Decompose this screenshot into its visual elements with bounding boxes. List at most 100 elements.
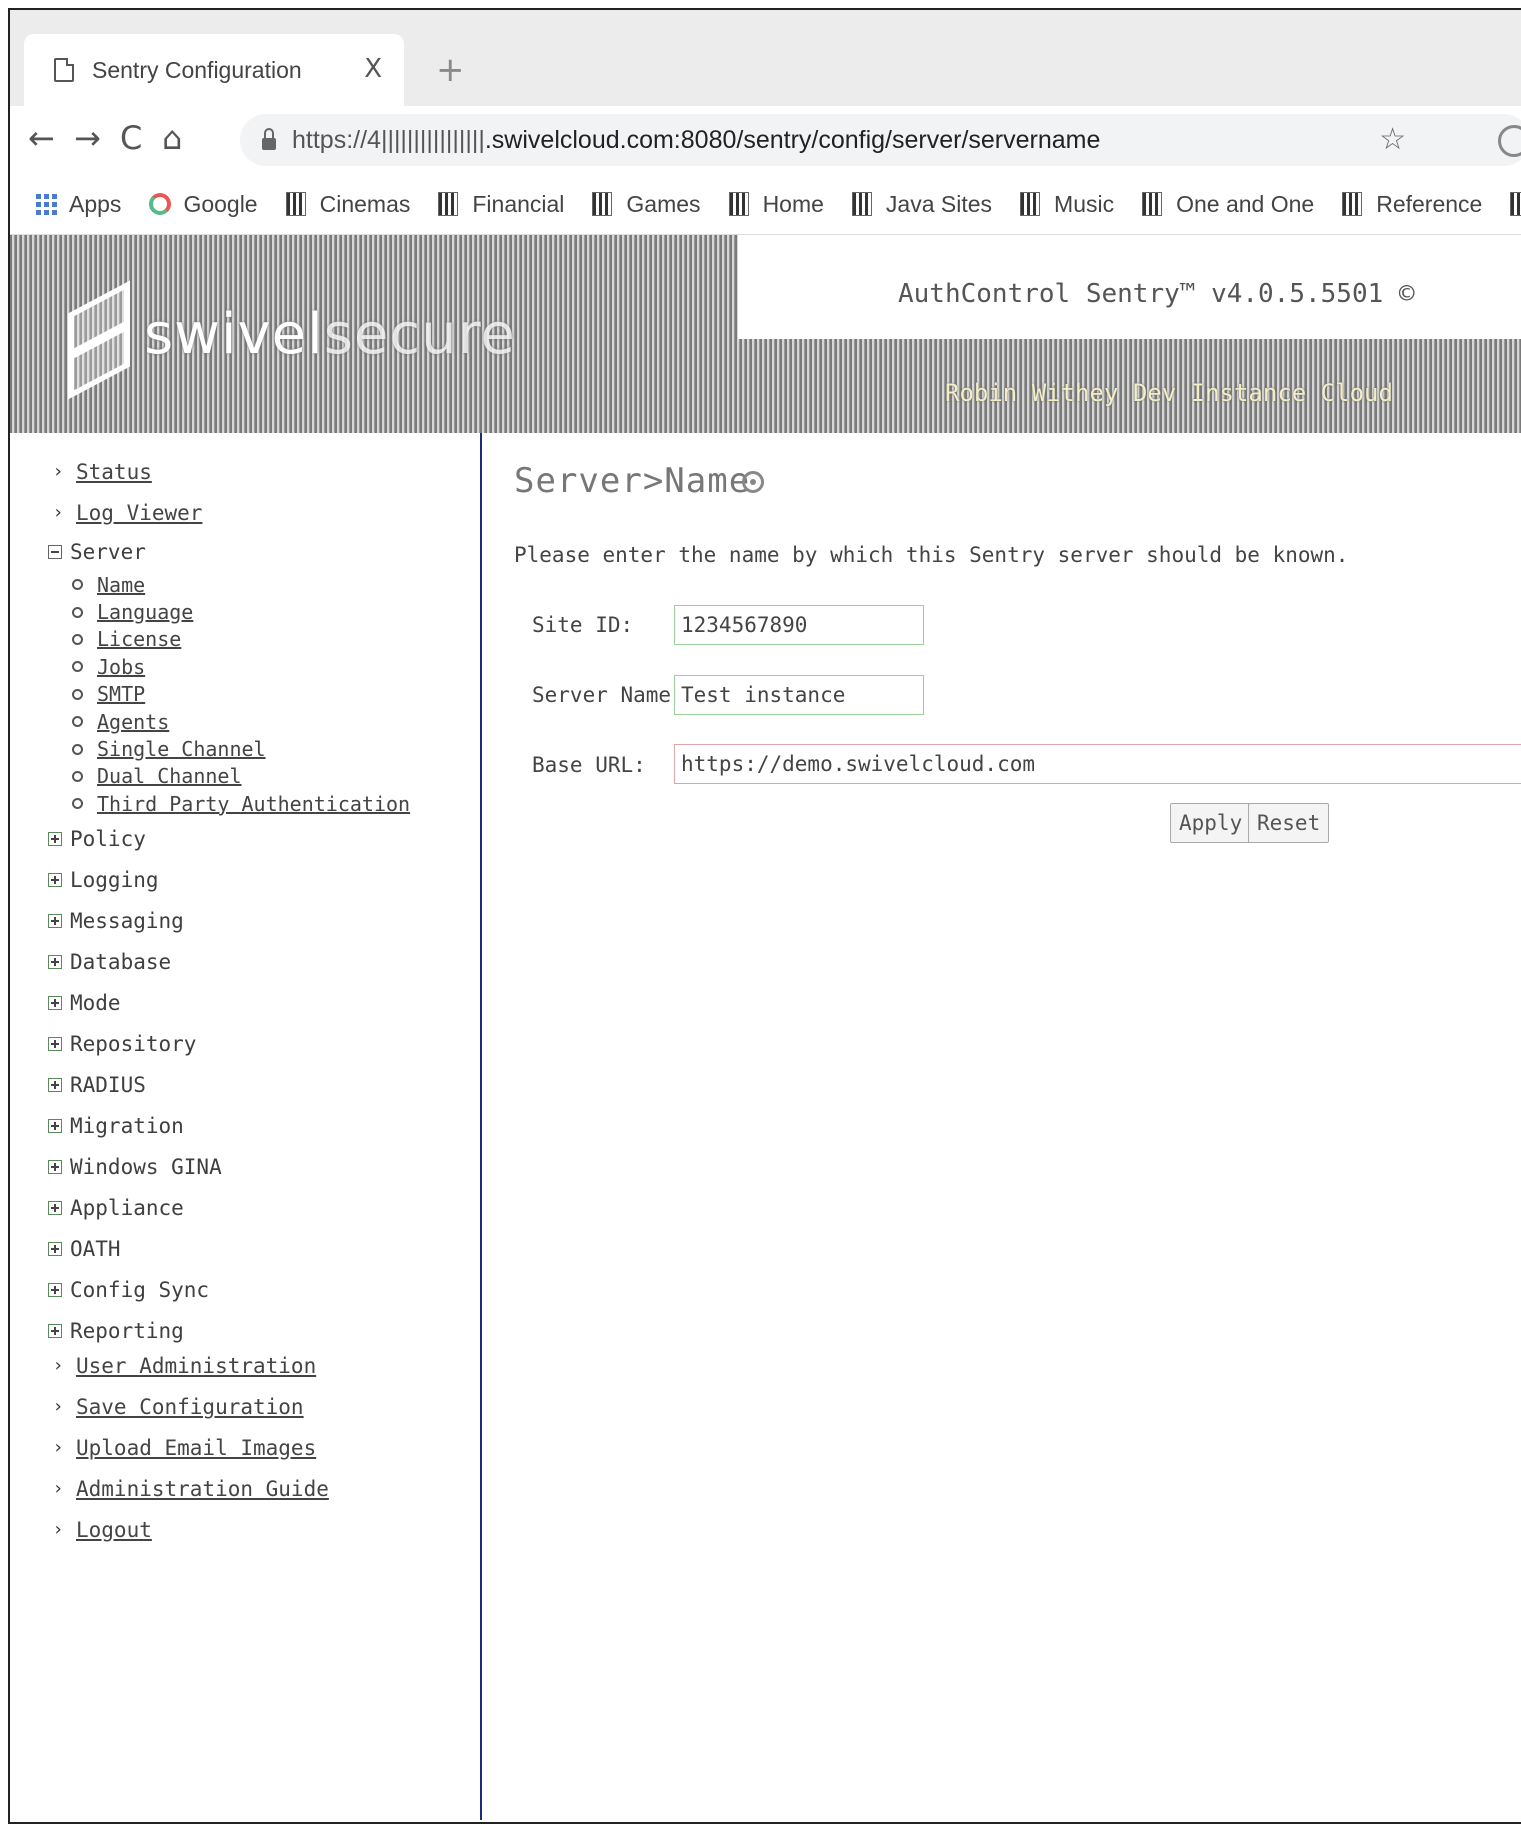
forward-icon[interactable]: →	[74, 120, 101, 156]
expand-icon[interactable]	[48, 1118, 62, 1133]
sidebar-group-config-sync[interactable]: Config Sync	[48, 1269, 222, 1310]
folder-icon	[1020, 192, 1041, 216]
server-name-input[interactable]	[674, 675, 924, 715]
bookmark-star-icon[interactable]: ☆	[1379, 122, 1406, 157]
sidebar-group-server: Server Name Language License Jobs SMTP Agents…	[48, 533, 410, 818]
bookmark-financial[interactable]: Financial	[438, 191, 564, 218]
chevron-right-icon: ›	[52, 1519, 64, 1540]
bookmark-one-and-one[interactable]: One and One	[1142, 191, 1314, 218]
bullet-icon	[72, 770, 83, 782]
close-tab-icon[interactable]: X	[364, 54, 382, 84]
sidebar-item-status[interactable]: › Status	[48, 451, 410, 492]
sidebar-group-database[interactable]: Database	[48, 941, 222, 982]
expand-icon[interactable]	[48, 913, 62, 928]
sidebar-item-log-viewer[interactable]: › Log Viewer	[48, 492, 410, 533]
bookmark-home[interactable]: Home	[728, 190, 824, 218]
sidebar-subitem-license[interactable]: License	[48, 626, 410, 653]
sidebar-subitem-smtp[interactable]: SMTP	[48, 681, 410, 708]
bookmark-label: Apps	[69, 190, 122, 217]
sidebar-group-mode[interactable]: Mode	[48, 982, 222, 1023]
help-icon[interactable]	[742, 471, 764, 493]
bookmark-apps[interactable]: Apps	[36, 191, 121, 218]
sidebar-group-radius[interactable]: RADIUS	[48, 1064, 222, 1105]
version-banner: AuthControl Sentry™ v4.0.5.5501 ©	[738, 235, 1521, 339]
new-tab-icon[interactable]: +	[436, 50, 465, 90]
app-header: swivelsecure AuthControl Sentry™ v4.0.5.…	[10, 235, 1521, 433]
bookmark-music[interactable]: Music	[1020, 191, 1114, 218]
collapse-icon[interactable]	[48, 545, 62, 559]
apply-button[interactable]: Apply	[1170, 803, 1252, 843]
sidebar-item-save-configuration[interactable]: › Save Configuration	[48, 1386, 329, 1427]
url-text[interactable]: https://4||||||||||||||||.swivelcloud.co…	[292, 126, 1100, 155]
bookmark-label: One and One	[1176, 190, 1315, 217]
chevron-right-icon: ›	[52, 461, 64, 482]
instance-name: Robin Withey Dev Instance Cloud	[945, 379, 1393, 407]
expand-icon[interactable]	[48, 995, 62, 1010]
main-content: Server>Name Please enter the name by whi…	[482, 433, 1521, 1820]
logo-mark-icon	[60, 280, 130, 400]
sidebar-item-administration-guide[interactable]: › Administration Guide	[48, 1468, 329, 1509]
url-masked-host: 4||||||||||||||||	[367, 125, 485, 154]
expand-icon[interactable]	[48, 954, 62, 969]
sidebar-group-appliance[interactable]: Appliance	[48, 1187, 222, 1228]
sidebar-subitem-single-channel[interactable]: Single Channel	[48, 735, 410, 762]
address-bar[interactable]: https://4||||||||||||||||.swivelcloud.co…	[240, 114, 1521, 166]
sidebar-item-logout[interactable]: › Logout	[48, 1509, 329, 1550]
bullet-icon	[72, 579, 83, 591]
tab-title: Sentry Configuration	[92, 56, 302, 83]
bookmark-java-sites[interactable]: Java Sites	[851, 191, 992, 218]
sidebar-group-policy[interactable]: Policy	[48, 818, 222, 859]
server-name-label: Server Name:	[532, 683, 684, 707]
sidebar-group-oath[interactable]: OATH	[48, 1228, 222, 1269]
chevron-right-icon: ›	[52, 1396, 64, 1417]
browser-tab[interactable]: Sentry Configuration X	[24, 34, 404, 106]
profile-icon[interactable]	[1498, 125, 1521, 157]
back-icon[interactable]: ←	[28, 120, 55, 156]
sidebar-group-logging[interactable]: Logging	[48, 859, 222, 900]
bookmark-reference[interactable]: Reference	[1342, 191, 1482, 218]
sidebar-group-migration[interactable]: Migration	[48, 1105, 222, 1146]
base-url-label: Base URL:	[532, 753, 646, 777]
chevron-right-icon: ›	[52, 1355, 64, 1376]
navigation-bar: ← → C ⌂ https://4||||||||||||||||.swivel…	[10, 106, 1521, 174]
expand-icon[interactable]	[48, 1036, 62, 1051]
google-icon	[149, 193, 172, 215]
sidebar-group-repository[interactable]: Repository	[48, 1023, 222, 1064]
sidebar-item-server[interactable]: Server	[48, 533, 410, 571]
expand-icon[interactable]	[48, 1077, 62, 1092]
sidebar-subitem-language[interactable]: Language	[48, 598, 410, 625]
bookmark-google[interactable]: Google	[149, 191, 258, 218]
sidebar-subitem-third-party-authentication[interactable]: Third Party Authentication	[48, 790, 410, 817]
site-id-input[interactable]	[674, 605, 924, 645]
home-icon[interactable]: ⌂	[162, 120, 182, 156]
expand-icon[interactable]	[48, 1323, 62, 1338]
sidebar-group-messaging[interactable]: Messaging	[48, 900, 222, 941]
reset-button[interactable]: Reset	[1248, 803, 1330, 843]
folder-icon	[1342, 192, 1363, 216]
sidebar-item-user-administration[interactable]: › User Administration	[48, 1345, 329, 1386]
expand-icon[interactable]	[48, 1282, 62, 1297]
expand-icon[interactable]	[48, 1241, 62, 1256]
bookmark-cinemas[interactable]: Cinemas	[285, 191, 410, 218]
sidebar-group-windows-gina[interactable]: Windows GINA	[48, 1146, 222, 1187]
sidebar-subitem-dual-channel[interactable]: Dual Channel	[48, 763, 410, 790]
bookmark-games[interactable]: Games	[592, 190, 701, 218]
expand-icon[interactable]	[48, 1200, 62, 1215]
sidebar-subitem-name[interactable]: Name	[48, 571, 410, 598]
expand-icon[interactable]	[48, 1159, 62, 1174]
sidebar-subitem-agents[interactable]: Agents	[48, 708, 410, 735]
swivelsecure-logo: swivelsecure	[60, 280, 516, 400]
sidebar-subitem-jobs[interactable]: Jobs	[48, 653, 410, 680]
bullet-icon	[72, 661, 83, 673]
bullet-icon	[72, 743, 83, 755]
bookmark-shopping[interactable]: Shopping	[1510, 191, 1521, 218]
expand-icon[interactable]	[48, 872, 62, 887]
reload-icon[interactable]: C	[120, 120, 142, 156]
base-url-input[interactable]	[674, 744, 1521, 784]
expand-icon[interactable]	[48, 831, 62, 846]
sidebar-item-upload-email-images[interactable]: › Upload Email Images	[48, 1427, 329, 1468]
folder-icon	[1510, 192, 1521, 216]
bullet-icon	[72, 688, 83, 700]
bookmark-label: Home	[762, 190, 824, 217]
bookmark-label: Games	[626, 190, 701, 217]
